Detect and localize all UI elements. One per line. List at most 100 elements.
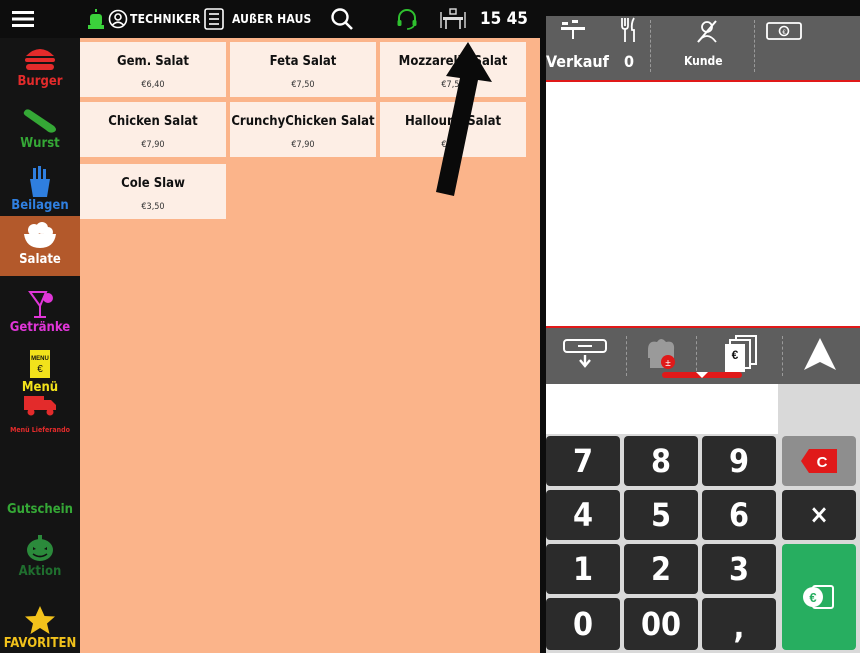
category-burger[interactable]: Burger [0,38,80,98]
user-icon[interactable] [108,0,128,38]
customer-label[interactable]: Kunde [684,54,723,68]
product-name: Gem. Salat [116,54,190,69]
alarm-light-icon[interactable] [88,0,104,38]
category-salate[interactable]: Salate [0,216,80,276]
search-icon[interactable] [330,0,354,38]
category-favoriten[interactable]: FAVORITEN [0,600,80,660]
key-comma[interactable]: , [702,598,776,650]
product-price: €7,50 [291,80,315,90]
sausage-icon [23,109,56,133]
category-gutschein[interactable]: Gutschein [0,464,80,517]
waiter-table-icon[interactable] [560,18,586,40]
display-side [778,384,860,434]
burger-icon [25,49,55,70]
pay-button[interactable]: € [782,544,856,650]
star-icon [25,606,55,634]
product-price: €7,90 [291,140,315,150]
order-header: € Verkauf 0 Kunde [546,0,860,80]
navigation-arrow-icon[interactable] [800,336,840,372]
multiply-button[interactable]: × [782,490,856,540]
top-bar: TECHNIKER AUßER HAUS 15 45 [0,0,540,38]
fries-icon [30,166,50,197]
category-sidebar: Burger Wurst Beilagen Salate Getränke ME… [0,38,80,653]
key-4[interactable]: 4 [546,490,620,540]
product-tile[interactable]: Cole Slaw €3,50 [80,164,226,219]
no-customer-icon[interactable] [694,18,720,44]
key-1[interactable]: 1 [546,544,620,594]
svg-text:€: € [809,590,816,605]
order-item-list[interactable] [546,82,860,326]
category-label: Gutschein [6,502,73,517]
header-separator [650,20,651,72]
cash-drawer-icon[interactable] [562,338,608,370]
toolbar-separator [626,336,627,376]
key-0[interactable]: 0 [546,598,620,650]
category-label: Beilagen [11,198,69,213]
pos-app: TECHNIKER AUßER HAUS 15 45 Burger Wurst … [0,0,860,653]
category-getraenke[interactable]: Getränke [0,284,80,344]
svg-text:MENU: MENU [31,356,49,362]
category-label: Aktion [18,564,62,579]
product-name: Feta Salat [269,54,337,69]
key-00[interactable]: 00 [624,598,698,650]
svg-text:±: ± [665,358,671,369]
category-label: Getränke [9,320,71,335]
product-grid: Gem. Salat €6,40 Feta Salat €7,50 Mozzar… [80,38,540,653]
header-separator [754,20,755,72]
product-tile[interactable]: Chicken Salat €7,90 [80,102,226,157]
key-6[interactable]: 6 [702,490,776,540]
svg-text:€: € [37,364,43,375]
order-mode-label[interactable]: AUßER HAUS [232,0,312,38]
salad-bowl-icon [24,222,56,248]
amount-input[interactable] [546,387,778,431]
product-tile[interactable]: Feta Salat €7,50 [230,42,376,97]
headset-icon[interactable] [396,0,418,38]
category-label: Wurst [20,136,60,151]
category-label: FAVORITEN [3,636,77,651]
clear-button[interactable]: C [782,436,856,486]
cash-money-icon[interactable]: € [766,22,802,40]
drink-icon [28,291,53,318]
product-price: €3,50 [141,202,165,212]
category-aktion[interactable]: Aktion [0,528,80,588]
toolbar-separator [782,336,783,376]
category-wurst[interactable]: Wurst [0,100,80,160]
key-9[interactable]: 9 [702,436,776,486]
category-label: Burger [17,74,63,89]
product-tile[interactable]: CrunchyChicken Salat €7,90 [230,102,376,157]
annotation-arrow-icon [436,42,492,196]
sale-label: Verkauf [546,52,609,71]
key-2[interactable]: 2 [624,544,698,594]
category-beilagen[interactable]: Beilagen [0,162,80,222]
category-label: Menü Lieferando [10,426,70,434]
category-menu-lieferando[interactable]: Menü Lieferando [0,384,80,444]
clear-icon: C [801,449,837,473]
numeric-keypad: 7 8 9 C 4 5 6 × 1 2 3 € 0 00 , [546,434,860,653]
menu-card-icon: MENU € [30,350,50,378]
delivery-truck-icon [24,396,56,416]
product-name: Chicken Salat [108,114,198,129]
product-price: €6,40 [141,80,165,90]
order-toolbar: ± € [546,328,860,384]
pumpkin-icon [27,535,53,561]
order-list-icon[interactable] [204,0,224,38]
user-name[interactable]: TECHNIKER [130,0,201,38]
order-header-strip [546,0,860,16]
key-7[interactable]: 7 [546,436,620,486]
table-seat-icon[interactable] [440,0,466,38]
expand-handle-icon[interactable] [662,370,742,380]
receipts-icon[interactable]: € [724,334,760,374]
table-number: 0 [624,52,635,71]
category-label: Salate [19,252,61,267]
product-name: Cole Slaw [121,176,185,191]
key-5[interactable]: 5 [624,490,698,540]
hamburger-menu-icon[interactable] [12,0,34,38]
chef-modifier-icon[interactable]: ± [642,336,680,372]
product-tile[interactable]: Gem. Salat €6,40 [80,42,226,97]
product-name: CrunchyChicken Salat [231,114,375,129]
key-3[interactable]: 3 [702,544,776,594]
clock: 15 45 [480,9,528,29]
cutlery-icon[interactable] [620,17,638,43]
key-8[interactable]: 8 [624,436,698,486]
pay-cash-icon: € [803,585,834,609]
